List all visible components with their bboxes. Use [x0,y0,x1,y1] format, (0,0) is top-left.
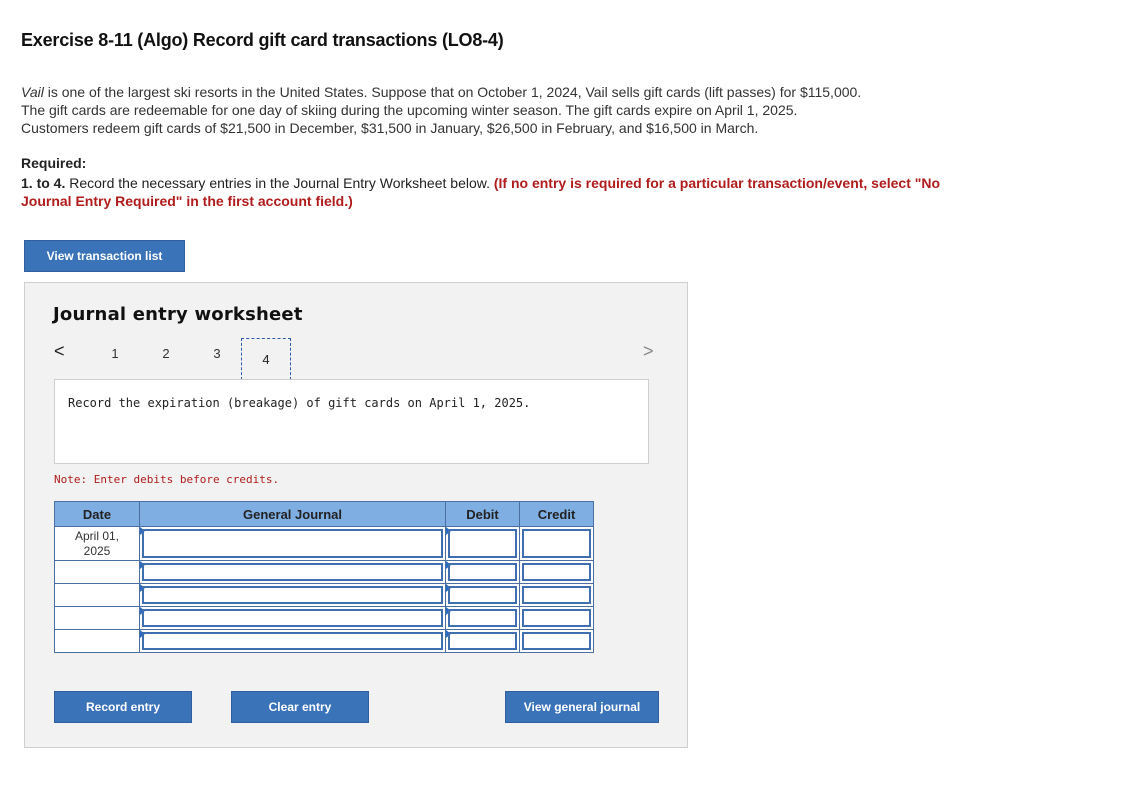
date-cell [54,606,140,630]
credit-input[interactable] [519,629,594,653]
account-select[interactable] [139,560,446,584]
view-transaction-list-button[interactable]: View transaction list [24,240,185,272]
prev-page-chevron-icon[interactable]: < [54,341,65,362]
journal-row-2 [54,560,594,584]
intro-line-3: Customers redeem gift cards of $21,500 i… [21,120,759,136]
date-cell [54,560,140,584]
intro-line-1-rest: is one of the largest ski resorts in the… [43,84,862,100]
exercise-title: Exercise 8-11 (Algo) Record gift card tr… [21,30,504,50]
debit-input[interactable] [445,560,520,584]
journal-entry-worksheet: Journal entry worksheet < 1 2 3 4 > Reco… [24,282,688,748]
account-select[interactable] [139,526,446,561]
journal-header-row: Date General Journal Debit Credit [54,501,594,527]
intro-line-2: The gift cards are redeemable for one da… [21,102,798,118]
debit-input[interactable] [445,606,520,630]
next-page-chevron-icon[interactable]: > [643,341,654,362]
clear-entry-button[interactable]: Clear entry [231,691,369,723]
debit-header: Debit [445,501,520,527]
date-header: Date [54,501,140,527]
transaction-prompt: Record the expiration (breakage) of gift… [68,396,531,410]
credit-input[interactable] [519,560,594,584]
account-select[interactable] [139,606,446,630]
page-tab-1[interactable]: 1 [105,346,125,361]
page-tab-2[interactable]: 2 [156,346,176,361]
journal-entry-table: Date General Journal Debit Credit April … [54,501,594,653]
page-tab-3[interactable]: 3 [207,346,227,361]
debit-input[interactable] [445,629,520,653]
required-heading: Required: [21,155,87,171]
row-date-line-2: 2025 [83,543,111,558]
company-name: Vail [21,84,44,100]
debits-credits-note: Note: Enter debits before credits. [54,473,280,486]
required-text: Record the necessary entries in the Jour… [65,175,494,191]
problem-description: Vail is one of the largest ski resorts i… [21,83,981,137]
credit-input[interactable] [519,583,594,607]
journal-row-3 [54,583,594,607]
credit-input[interactable] [519,526,594,561]
transaction-prompt-box: Record the expiration (breakage) of gift… [54,379,649,464]
debit-input[interactable] [445,583,520,607]
journal-row-1: April 01, 2025 [54,526,594,561]
view-general-journal-button[interactable]: View general journal [505,691,659,723]
page-tab-4-active[interactable]: 4 [241,338,291,380]
record-entry-button[interactable]: Record entry [54,691,192,723]
debit-input[interactable] [445,526,520,561]
credit-header: Credit [519,501,594,527]
journal-row-5 [54,629,594,653]
general-journal-header: General Journal [139,501,446,527]
account-select[interactable] [139,583,446,607]
credit-input[interactable] [519,606,594,630]
date-cell: April 01, 2025 [54,526,140,561]
journal-row-4 [54,606,594,630]
required-number: 1. to 4. [21,175,66,191]
worksheet-title: Journal entry worksheet [53,304,303,325]
date-cell [54,629,140,653]
intro-line-1: Vail is one of the largest ski resorts i… [21,83,981,101]
required-instructions: 1. to 4. Record the necessary entries in… [21,174,981,210]
date-cell [54,583,140,607]
row-date-line-1: April 01, [74,528,120,543]
account-select[interactable] [139,629,446,653]
